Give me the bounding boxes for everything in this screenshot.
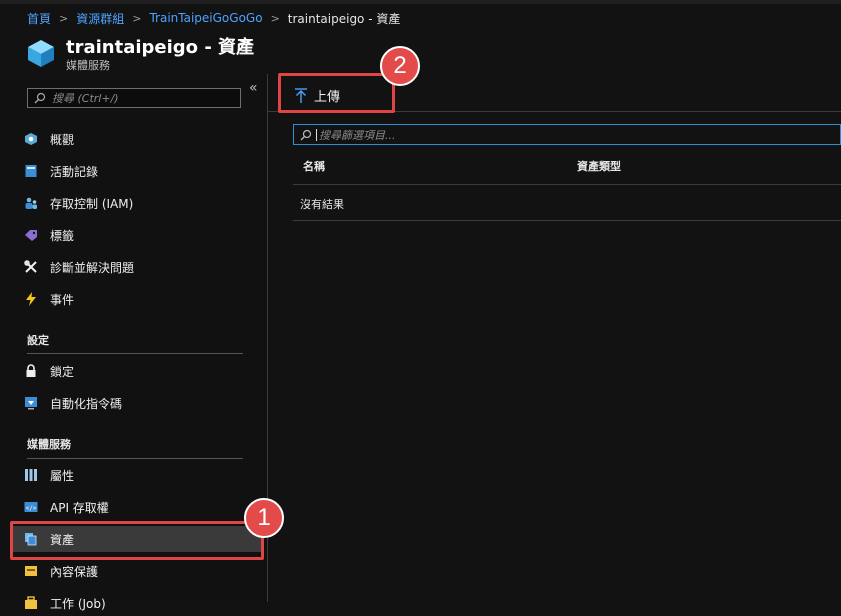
sidebar-item-overview[interactable]: 概觀: [24, 126, 254, 152]
automation-icon: [24, 396, 38, 410]
collapse-sidebar-button[interactable]: «: [249, 80, 258, 96]
section-settings-heading: 設定: [27, 334, 49, 347]
column-header-asset-type[interactable]: 資產類型: [577, 158, 621, 174]
content-protection-icon: [24, 564, 38, 578]
sidebar-item-events[interactable]: 事件: [24, 286, 254, 312]
sidebar-item-activity-log[interactable]: 活動記錄: [24, 158, 254, 184]
sidebar-item-label: API 存取權: [50, 500, 109, 515]
top-border: [0, 0, 841, 4]
breadcrumb-separator-icon: >: [59, 11, 69, 25]
section-divider: [27, 458, 243, 459]
sidebar-item-label: 存取控制 (IAM): [50, 196, 134, 211]
page-title: traintaipeigo - 資產: [66, 37, 255, 58]
sidebar-item-automation[interactable]: 自動化指令碼: [24, 390, 254, 416]
filter-search-input[interactable]: 搜尋篩選項目...: [293, 124, 841, 145]
text-cursor: [316, 128, 317, 141]
breadcrumb-home-link[interactable]: 首頁: [27, 10, 51, 27]
iam-icon: [24, 196, 38, 210]
lock-icon: [24, 364, 38, 378]
callout-highlight-assets: [10, 521, 264, 560]
sidebar-item-api-access[interactable]: </> API 存取權: [24, 494, 254, 520]
page-header: traintaipeigo - 資產 媒體服務: [0, 30, 841, 74]
sidebar-item-label: 鎖定: [50, 364, 75, 379]
sidebar-item-label: 標籤: [50, 228, 75, 243]
sidebar-item-iam[interactable]: 存取控制 (IAM): [24, 190, 254, 216]
breadcrumb-current: traintaipeigo - 資產: [287, 11, 401, 26]
breadcrumb-separator-icon: >: [132, 11, 142, 25]
section-divider: [27, 353, 243, 354]
search-icon: [34, 92, 46, 104]
overview-icon: [24, 132, 38, 146]
sidebar-item-label: 自動化指令碼: [50, 396, 123, 411]
job-icon: [24, 596, 38, 610]
media-service-cube-icon: [28, 40, 54, 67]
sidebar-item-label: 活動記錄: [50, 164, 99, 179]
main-content: 上傳 搜尋篩選項目... 名稱 資產類型 沒有結果: [268, 74, 841, 602]
sidebar-item-label: 診斷並解決問題: [50, 260, 135, 275]
sidebar-item-label: 工作 (Job): [50, 596, 106, 611]
breadcrumb-resource-link[interactable]: TrainTaipeiGoGoGo: [149, 11, 262, 25]
breadcrumb: 首頁 > 資源群組 > TrainTaipeiGoGoGo > traintai…: [27, 8, 400, 28]
sidebar-item-properties[interactable]: 屬性: [24, 462, 254, 488]
sidebar-item-tags[interactable]: 標籤: [24, 222, 254, 248]
sidebar-item-label: 事件: [50, 292, 75, 307]
sidebar-item-locks[interactable]: 鎖定: [24, 358, 254, 384]
column-header-name[interactable]: 名稱: [303, 158, 325, 174]
sidebar-item-label: 內容保護: [50, 564, 99, 579]
callout-highlight-upload: [278, 73, 395, 113]
section-media-heading: 媒體服務: [27, 438, 71, 451]
callout-badge-2: 2: [380, 46, 420, 86]
sidebar-search-input[interactable]: 搜尋 (Ctrl+/): [27, 88, 241, 108]
sidebar-item-content-protection[interactable]: 內容保護: [24, 558, 254, 584]
filter-placeholder: 搜尋篩選項目...: [319, 128, 396, 142]
lightning-icon: [24, 292, 38, 306]
sidebar-item-label: 概觀: [50, 132, 75, 147]
breadcrumb-resource-groups-link[interactable]: 資源群組: [76, 10, 124, 27]
empty-state-text: 沒有結果: [300, 198, 344, 211]
table-row-divider: [293, 220, 841, 221]
tag-icon: [24, 228, 38, 242]
properties-icon: [24, 468, 38, 482]
svg-text:</>: </>: [26, 505, 37, 512]
sidebar-item-label: 屬性: [50, 468, 75, 483]
sidebar-search-placeholder: 搜尋 (Ctrl+/): [52, 92, 119, 105]
sidebar-item-job[interactable]: 工作 (Job): [24, 590, 254, 616]
breadcrumb-separator-icon: >: [270, 11, 280, 25]
sidebar-item-diagnose[interactable]: 診斷並解決問題: [24, 254, 254, 280]
table-header-divider: [293, 184, 841, 185]
wrench-icon: [24, 260, 38, 274]
activity-log-icon: [24, 164, 38, 178]
api-icon: </>: [24, 500, 38, 514]
callout-badge-1: 1: [244, 498, 284, 538]
page-subtitle: 媒體服務: [66, 59, 110, 72]
search-icon: [300, 129, 312, 140]
